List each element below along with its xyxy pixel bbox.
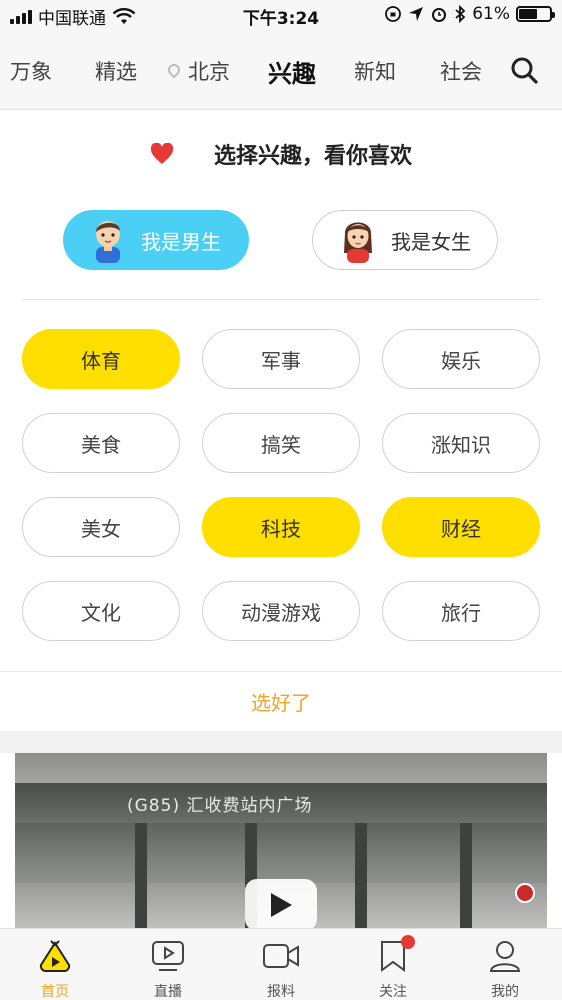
tab-beijing[interactable]: 北京 bbox=[165, 56, 230, 86]
girl-avatar-icon bbox=[344, 222, 372, 263]
nav-label: 首页 bbox=[41, 984, 69, 1000]
interest-title: 选择兴趣，看你喜欢 bbox=[213, 144, 412, 169]
tab-label: 兴趣 bbox=[268, 60, 316, 88]
tab-shehui[interactable]: 社会 bbox=[440, 56, 482, 86]
tag-knowledge[interactable]: 涨知识 bbox=[382, 413, 540, 473]
tag-anime-games[interactable]: 动漫游戏 bbox=[202, 581, 360, 641]
tag-sports[interactable]: 体育 bbox=[22, 329, 180, 389]
boy-avatar-icon bbox=[96, 221, 120, 263]
tab-xingqu[interactable]: 兴趣 bbox=[268, 54, 316, 89]
interest-tag-grid: 体育 军事 娱乐 美食 搞笑 涨知识 美女 科技 财经 文化 动漫游戏 旅行 bbox=[22, 329, 540, 641]
tag-label: 动漫游戏 bbox=[241, 600, 321, 625]
tag-funny[interactable]: 搞笑 bbox=[202, 413, 360, 473]
female-label: 我是女生 bbox=[391, 229, 471, 254]
nav-label: 报料 bbox=[267, 984, 295, 1000]
channel-tabs: 万象 精选 北京 兴趣 新知 社会 bbox=[0, 32, 562, 110]
orientation-lock-icon bbox=[385, 6, 402, 22]
tag-label: 旅行 bbox=[441, 600, 481, 625]
tab-label: 社会 bbox=[440, 60, 482, 84]
divider bbox=[22, 299, 540, 300]
tag-label: 搞笑 bbox=[261, 432, 301, 457]
tag-food[interactable]: 美食 bbox=[22, 413, 180, 473]
video-sign-text: (G85) 汇收费站内广场 bbox=[127, 796, 313, 816]
tag-label: 体育 bbox=[81, 348, 121, 373]
interest-header: 选择兴趣，看你喜欢 bbox=[0, 138, 562, 170]
search-icon[interactable] bbox=[510, 56, 538, 84]
play-button[interactable] bbox=[245, 879, 317, 928]
battery-percent: 61% bbox=[472, 4, 510, 24]
toll-pillar bbox=[135, 823, 147, 928]
heart-icon bbox=[150, 143, 174, 164]
tag-finance[interactable]: 财经 bbox=[382, 497, 540, 557]
tag-label: 娱乐 bbox=[441, 348, 481, 373]
tag-travel[interactable]: 旅行 bbox=[382, 581, 540, 641]
toll-pillar bbox=[355, 823, 367, 928]
nav-home[interactable]: 首页 bbox=[10, 939, 100, 1000]
play-icon bbox=[271, 893, 292, 917]
nav-follow[interactable]: 关注 bbox=[348, 935, 438, 1000]
tag-culture[interactable]: 文化 bbox=[22, 581, 180, 641]
tag-label: 美食 bbox=[81, 432, 121, 457]
nav-label: 我的 bbox=[491, 984, 519, 1000]
tab-label: 万象 bbox=[10, 60, 52, 84]
tag-label: 科技 bbox=[261, 516, 301, 541]
male-button[interactable]: 我是男生 bbox=[63, 210, 249, 270]
alarm-icon bbox=[432, 8, 447, 22]
nav-live[interactable]: 直播 bbox=[123, 939, 213, 1000]
bottom-nav: 首页 直播 报料 关注 我的 bbox=[0, 928, 562, 1000]
no-entry-sign bbox=[515, 883, 535, 903]
location-pin-icon bbox=[165, 61, 183, 79]
tag-beauty[interactable]: 美女 bbox=[22, 497, 180, 557]
toll-pillar bbox=[460, 823, 472, 928]
nav-mine[interactable]: 我的 bbox=[460, 939, 550, 1000]
tag-label: 文化 bbox=[81, 600, 121, 625]
location-arrow-icon bbox=[409, 7, 424, 21]
section-spacer bbox=[0, 731, 562, 753]
notification-badge bbox=[401, 935, 415, 949]
user-icon bbox=[489, 941, 521, 972]
bluetooth-icon bbox=[455, 5, 466, 23]
tag-technology[interactable]: 科技 bbox=[202, 497, 360, 557]
tab-label: 精选 bbox=[95, 60, 137, 84]
status-bar: 中国联通 下午3:24 61% bbox=[0, 0, 562, 32]
tab-label: 新知 bbox=[354, 60, 396, 84]
tab-jingxuan[interactable]: 精选 bbox=[95, 56, 137, 86]
tag-label: 涨知识 bbox=[431, 432, 491, 457]
tag-military[interactable]: 军事 bbox=[202, 329, 360, 389]
confirm-label: 选好了 bbox=[251, 690, 311, 715]
confirm-button[interactable]: 选好了 bbox=[0, 672, 562, 730]
battery-icon bbox=[516, 6, 555, 22]
home-play-icon bbox=[39, 940, 71, 972]
male-label: 我是男生 bbox=[141, 229, 221, 254]
nav-label: 直播 bbox=[154, 984, 182, 1000]
video-thumbnail[interactable]: (G85) 汇收费站内广场 bbox=[15, 753, 547, 928]
tab-label: 北京 bbox=[188, 60, 230, 84]
female-button[interactable]: 我是女生 bbox=[312, 210, 498, 270]
video-camera-icon bbox=[263, 944, 299, 968]
nav-label: 关注 bbox=[379, 984, 407, 1000]
tab-xinzhi[interactable]: 新知 bbox=[354, 56, 396, 86]
live-tv-icon bbox=[152, 941, 184, 971]
nav-report[interactable]: 报料 bbox=[236, 939, 326, 1000]
tag-label: 美女 bbox=[81, 516, 121, 541]
tab-wanxiang[interactable]: 万象 bbox=[10, 56, 52, 86]
tag-label: 军事 bbox=[261, 348, 301, 373]
tag-entertainment[interactable]: 娱乐 bbox=[382, 329, 540, 389]
tag-label: 财经 bbox=[441, 516, 481, 541]
